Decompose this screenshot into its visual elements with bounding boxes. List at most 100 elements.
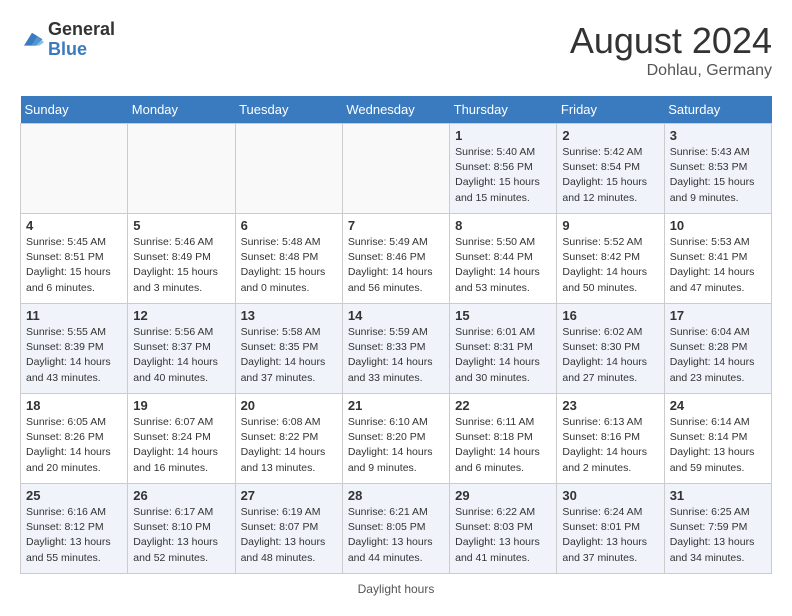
calendar-cell [342, 124, 449, 214]
day-info: Sunrise: 6:17 AMSunset: 8:10 PMDaylight:… [133, 505, 229, 566]
calendar-table: SundayMondayTuesdayWednesdayThursdayFrid… [20, 96, 772, 574]
calendar-header-row: SundayMondayTuesdayWednesdayThursdayFrid… [21, 96, 772, 124]
calendar-week-row: 11 Sunrise: 5:55 AMSunset: 8:39 PMDayligh… [21, 304, 772, 394]
day-header-friday: Friday [557, 96, 664, 124]
daylight-hours-label: Daylight hours [358, 582, 435, 596]
calendar-cell [21, 124, 128, 214]
day-info: Sunrise: 5:53 AMSunset: 8:41 PMDaylight:… [670, 235, 766, 296]
calendar-cell: 11 Sunrise: 5:55 AMSunset: 8:39 PMDayligh… [21, 304, 128, 394]
page-header: General Blue August 2024 Dohlau, Germany [20, 20, 772, 80]
month-year-title: August 2024 [570, 20, 772, 62]
calendar-cell: 22 Sunrise: 6:11 AMSunset: 8:18 PMDayligh… [450, 394, 557, 484]
calendar-cell: 21 Sunrise: 6:10 AMSunset: 8:20 PMDayligh… [342, 394, 449, 484]
day-info: Sunrise: 5:52 AMSunset: 8:42 PMDaylight:… [562, 235, 658, 296]
logo-general-text: General [48, 20, 115, 40]
day-number: 27 [241, 488, 337, 503]
day-number: 9 [562, 218, 658, 233]
logo-blue-text: Blue [48, 40, 115, 60]
day-number: 21 [348, 398, 444, 413]
day-info: Sunrise: 5:40 AMSunset: 8:56 PMDaylight:… [455, 145, 551, 206]
day-header-sunday: Sunday [21, 96, 128, 124]
day-info: Sunrise: 6:10 AMSunset: 8:20 PMDaylight:… [348, 415, 444, 476]
logo: General Blue [20, 20, 115, 60]
calendar-cell: 2Sunrise: 5:42 AMSunset: 8:54 PMDaylight… [557, 124, 664, 214]
day-info: Sunrise: 6:16 AMSunset: 8:12 PMDaylight:… [26, 505, 122, 566]
day-info: Sunrise: 5:48 AMSunset: 8:48 PMDaylight:… [241, 235, 337, 296]
day-number: 7 [348, 218, 444, 233]
day-header-saturday: Saturday [664, 96, 771, 124]
calendar-cell: 18Sunrise: 6:05 AMSunset: 8:26 PMDayligh… [21, 394, 128, 484]
calendar-cell: 3Sunrise: 5:43 AMSunset: 8:53 PMDaylight… [664, 124, 771, 214]
calendar-cell: 12Sunrise: 5:56 AMSunset: 8:37 PMDayligh… [128, 304, 235, 394]
footer-note: Daylight hours [20, 582, 772, 596]
calendar-cell [235, 124, 342, 214]
day-info: Sunrise: 6:05 AMSunset: 8:26 PMDaylight:… [26, 415, 122, 476]
day-info: Sunrise: 6:21 AMSunset: 8:05 PMDaylight:… [348, 505, 444, 566]
day-number: 11 [26, 308, 122, 323]
calendar-cell: 9 Sunrise: 5:52 AMSunset: 8:42 PMDaylight… [557, 214, 664, 304]
day-info: Sunrise: 6:25 AMSunset: 7:59 PMDaylight:… [670, 505, 766, 566]
calendar-cell: 29 Sunrise: 6:22 AMSunset: 8:03 PMDayligh… [450, 484, 557, 574]
calendar-cell: 16 Sunrise: 6:02 AMSunset: 8:30 PMDayligh… [557, 304, 664, 394]
day-number: 6 [241, 218, 337, 233]
day-number: 4 [26, 218, 122, 233]
day-number: 31 [670, 488, 766, 503]
calendar-cell: 8Sunrise: 5:50 AMSunset: 8:44 PMDaylight… [450, 214, 557, 304]
day-number: 30 [562, 488, 658, 503]
day-info: Sunrise: 6:11 AMSunset: 8:18 PMDaylight:… [455, 415, 551, 476]
day-info: Sunrise: 6:01 AMSunset: 8:31 PMDaylight:… [455, 325, 551, 386]
calendar-week-row: 25 Sunrise: 6:16 AMSunset: 8:12 PMDayligh… [21, 484, 772, 574]
calendar-cell: 19 Sunrise: 6:07 AMSunset: 8:24 PMDayligh… [128, 394, 235, 484]
calendar-cell: 10Sunrise: 5:53 AMSunset: 8:41 PMDayligh… [664, 214, 771, 304]
day-info: Sunrise: 5:49 AMSunset: 8:46 PMDaylight:… [348, 235, 444, 296]
calendar-cell: 1 Sunrise: 5:40 AMSunset: 8:56 PMDaylight… [450, 124, 557, 214]
calendar-cell: 7 Sunrise: 5:49 AMSunset: 8:46 PMDaylight… [342, 214, 449, 304]
day-info: Sunrise: 5:46 AMSunset: 8:49 PMDaylight:… [133, 235, 229, 296]
day-info: Sunrise: 6:02 AMSunset: 8:30 PMDaylight:… [562, 325, 658, 386]
calendar-cell: 15 Sunrise: 6:01 AMSunset: 8:31 PMDayligh… [450, 304, 557, 394]
day-number: 24 [670, 398, 766, 413]
calendar-cell: 25 Sunrise: 6:16 AMSunset: 8:12 PMDayligh… [21, 484, 128, 574]
day-number: 15 [455, 308, 551, 323]
day-info: Sunrise: 5:43 AMSunset: 8:53 PMDaylight:… [670, 145, 766, 206]
day-info: Sunrise: 6:19 AMSunset: 8:07 PMDaylight:… [241, 505, 337, 566]
day-number: 16 [562, 308, 658, 323]
day-header-tuesday: Tuesday [235, 96, 342, 124]
day-number: 19 [133, 398, 229, 413]
day-info: Sunrise: 5:45 AMSunset: 8:51 PMDaylight:… [26, 235, 122, 296]
day-info: Sunrise: 6:14 AMSunset: 8:14 PMDaylight:… [670, 415, 766, 476]
calendar-cell: 24 Sunrise: 6:14 AMSunset: 8:14 PMDayligh… [664, 394, 771, 484]
location-subtitle: Dohlau, Germany [570, 62, 772, 80]
calendar-cell: 30 Sunrise: 6:24 AMSunset: 8:01 PMDayligh… [557, 484, 664, 574]
calendar-cell: 20Sunrise: 6:08 AMSunset: 8:22 PMDayligh… [235, 394, 342, 484]
calendar-cell: 26 Sunrise: 6:17 AMSunset: 8:10 PMDayligh… [128, 484, 235, 574]
day-number: 17 [670, 308, 766, 323]
day-header-thursday: Thursday [450, 96, 557, 124]
calendar-week-row: 4 Sunrise: 5:45 AMSunset: 8:51 PMDaylight… [21, 214, 772, 304]
calendar-cell: 14Sunrise: 5:59 AMSunset: 8:33 PMDayligh… [342, 304, 449, 394]
day-number: 2 [562, 128, 658, 143]
day-info: Sunrise: 5:56 AMSunset: 8:37 PMDaylight:… [133, 325, 229, 386]
calendar-cell: 27 Sunrise: 6:19 AMSunset: 8:07 PMDayligh… [235, 484, 342, 574]
day-number: 28 [348, 488, 444, 503]
day-info: Sunrise: 5:55 AMSunset: 8:39 PMDaylight:… [26, 325, 122, 386]
day-info: Sunrise: 6:08 AMSunset: 8:22 PMDaylight:… [241, 415, 337, 476]
day-info: Sunrise: 6:24 AMSunset: 8:01 PMDaylight:… [562, 505, 658, 566]
day-header-monday: Monday [128, 96, 235, 124]
day-number: 22 [455, 398, 551, 413]
day-number: 1 [455, 128, 551, 143]
day-info: Sunrise: 6:22 AMSunset: 8:03 PMDaylight:… [455, 505, 551, 566]
calendar-cell: 5Sunrise: 5:46 AMSunset: 8:49 PMDaylight… [128, 214, 235, 304]
day-info: Sunrise: 6:07 AMSunset: 8:24 PMDaylight:… [133, 415, 229, 476]
day-number: 25 [26, 488, 122, 503]
day-info: Sunrise: 6:13 AMSunset: 8:16 PMDaylight:… [562, 415, 658, 476]
calendar-cell: 31 Sunrise: 6:25 AMSunset: 7:59 PMDayligh… [664, 484, 771, 574]
day-number: 26 [133, 488, 229, 503]
day-number: 13 [241, 308, 337, 323]
title-block: August 2024 Dohlau, Germany [570, 20, 772, 80]
day-info: Sunrise: 5:50 AMSunset: 8:44 PMDaylight:… [455, 235, 551, 296]
day-header-wednesday: Wednesday [342, 96, 449, 124]
calendar-cell: 6 Sunrise: 5:48 AMSunset: 8:48 PMDaylight… [235, 214, 342, 304]
day-number: 29 [455, 488, 551, 503]
calendar-week-row: 1 Sunrise: 5:40 AMSunset: 8:56 PMDaylight… [21, 124, 772, 214]
